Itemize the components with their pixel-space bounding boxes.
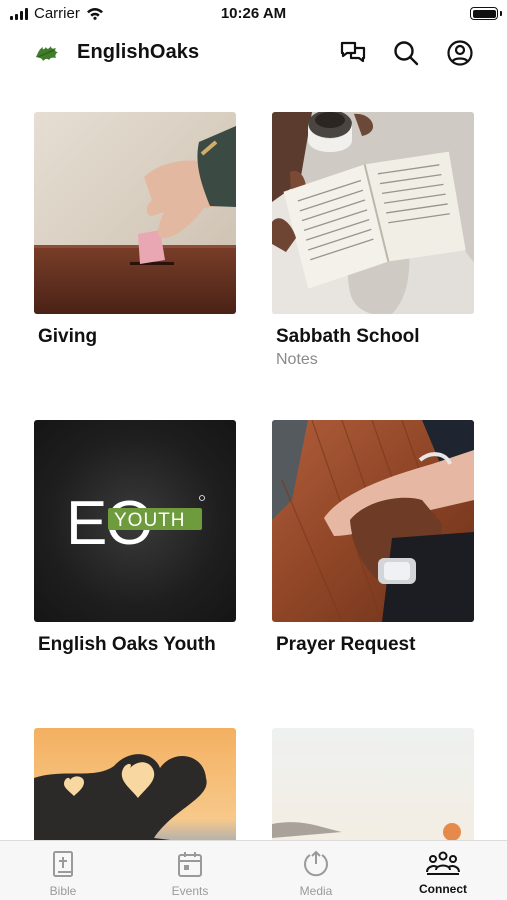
card-subtitle: Notes bbox=[276, 351, 318, 368]
tab-connect[interactable]: Connect bbox=[380, 841, 506, 900]
card-sabbath-school[interactable]: Sabbath School Notes bbox=[272, 112, 474, 369]
battery-cap bbox=[500, 11, 502, 16]
media-icon bbox=[304, 850, 328, 877]
calendar-icon bbox=[178, 852, 202, 877]
youth-logo-image: EO YOUTH bbox=[34, 420, 236, 622]
card-prayer-request[interactable]: Prayer Request bbox=[272, 420, 474, 656]
card-title: Prayer Request bbox=[276, 634, 416, 655]
bible-icon bbox=[53, 851, 73, 877]
search-button[interactable] bbox=[391, 38, 421, 68]
card-title: Sabbath School bbox=[276, 326, 420, 347]
tab-label: Media bbox=[299, 884, 333, 898]
account-icon bbox=[447, 40, 473, 66]
app-title: EnglishOaks bbox=[77, 41, 200, 63]
search-icon bbox=[394, 41, 419, 66]
card-title: English Oaks Youth bbox=[38, 634, 216, 655]
tab-media[interactable]: Media bbox=[253, 841, 379, 900]
tab-label: Connect bbox=[419, 882, 467, 896]
messages-button[interactable] bbox=[338, 38, 368, 68]
card-english-oaks-youth[interactable]: EO YOUTH English Oaks Youth bbox=[34, 420, 236, 656]
tab-events[interactable]: Events bbox=[127, 841, 253, 900]
sunset-image bbox=[272, 728, 474, 840]
status-time: 10:26 AM bbox=[220, 5, 287, 22]
battery-icon bbox=[470, 7, 498, 20]
app-header: EnglishOaks bbox=[0, 32, 507, 74]
card-title: Giving bbox=[38, 326, 98, 347]
tab-label: Bible bbox=[49, 884, 77, 898]
oak-leaf-logo bbox=[36, 46, 58, 61]
tab-bar: Bible Events Media Connect bbox=[0, 840, 507, 900]
people-icon bbox=[426, 851, 460, 875]
account-button[interactable] bbox=[445, 38, 475, 68]
card-sunset[interactable] bbox=[272, 728, 474, 840]
messages-icon bbox=[340, 41, 366, 63]
status-bar: Carrier 10:26 AM bbox=[0, 0, 507, 28]
card-hearts[interactable] bbox=[34, 728, 236, 840]
giving-image bbox=[34, 112, 236, 314]
tab-label: Events bbox=[171, 884, 209, 898]
hearts-image bbox=[34, 728, 236, 840]
tab-bible[interactable]: Bible bbox=[0, 841, 126, 900]
connect-grid: Giving Sabbath School Notes YOUTH Englis… bbox=[34, 112, 474, 840]
prayer-request-image bbox=[272, 420, 474, 622]
card-giving[interactable]: Giving bbox=[34, 112, 236, 348]
sabbath-school-image bbox=[272, 112, 474, 314]
youth-logo-badge: YOUTH bbox=[114, 510, 186, 531]
